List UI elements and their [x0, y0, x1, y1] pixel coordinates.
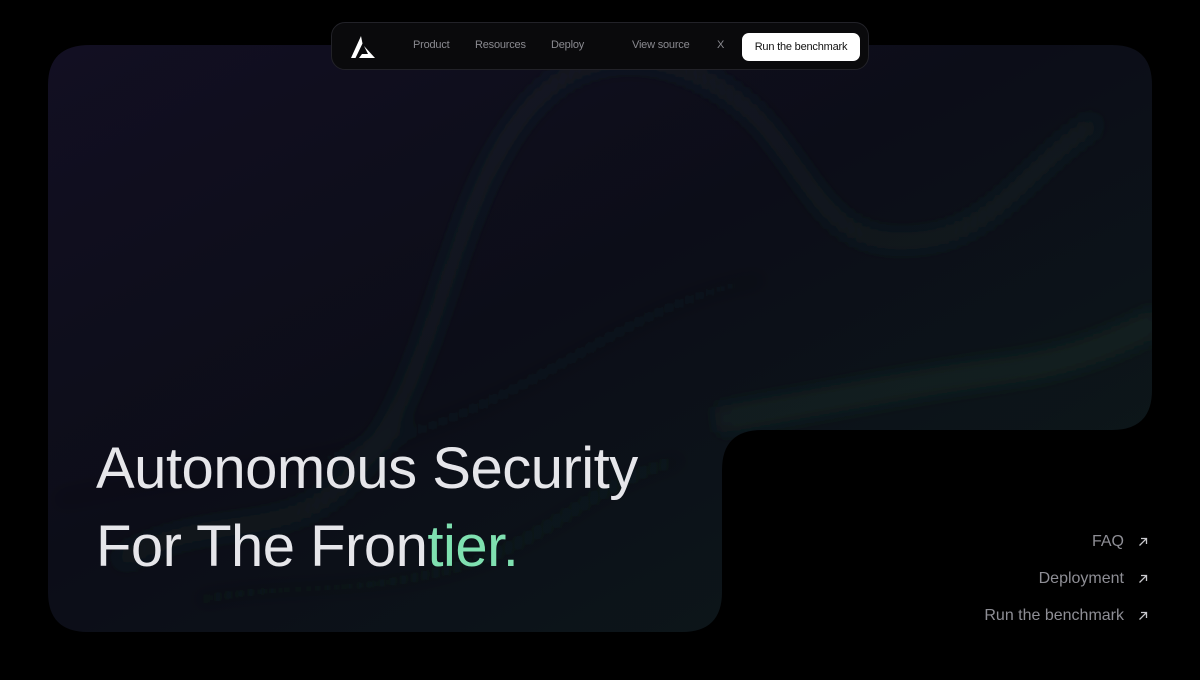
side-link-run-benchmark[interactable]: Run the benchmark: [984, 607, 1148, 625]
side-link-label: FAQ: [1091, 533, 1124, 550]
run-benchmark-button[interactable]: Run the benchmark: [742, 33, 860, 61]
hero-headline-line2-main: For The Fron: [96, 514, 428, 579]
side-link-label: Deployment: [1038, 570, 1124, 587]
nav-link-resources[interactable]: Resources: [475, 39, 526, 51]
nav-link-deploy[interactable]: Deploy: [551, 39, 584, 51]
arrow-up-right-icon: [1139, 574, 1148, 583]
hero-headline-accent: tier.: [427, 514, 519, 579]
side-link-deployment[interactable]: Deployment: [1039, 570, 1148, 588]
side-link-label: Run the benchmark: [984, 607, 1124, 624]
hero-headline-line1: Autonomous Security: [96, 436, 638, 501]
arrow-up-right-icon: [1139, 537, 1148, 546]
nav-link-view-source[interactable]: View source: [632, 39, 690, 51]
nav-link-x[interactable]: X: [717, 39, 724, 51]
side-link-faq[interactable]: FAQ: [1092, 533, 1148, 551]
arrow-up-right-icon: [1139, 611, 1148, 620]
triangle-logo-icon[interactable]: [350, 35, 376, 59]
top-navigation: Product Resources Deploy View source X R…: [331, 22, 869, 70]
nav-link-product[interactable]: Product: [413, 39, 450, 51]
hero-headline-line2: For The Frontier.: [96, 518, 519, 576]
